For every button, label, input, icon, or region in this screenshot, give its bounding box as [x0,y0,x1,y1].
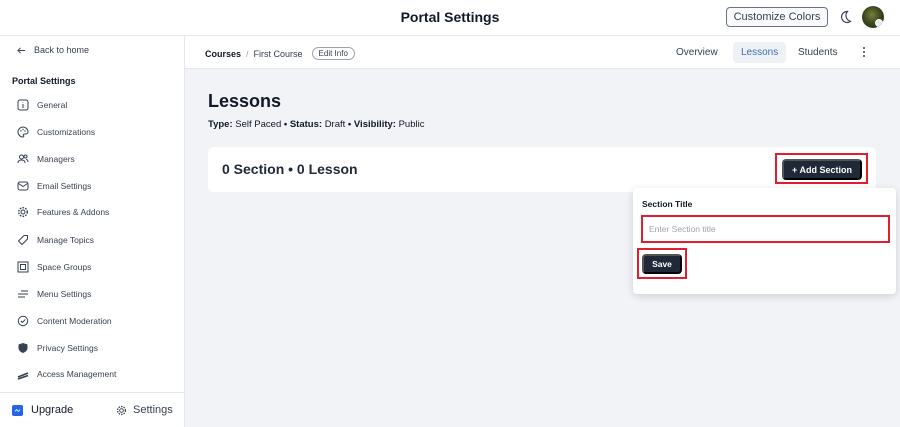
tag-icon [17,235,28,246]
sidebar-item-access-management[interactable]: Access Management [17,366,116,382]
breadcrumb: Courses / First Course Edit Info [205,47,355,60]
section-title-input[interactable] [645,219,886,239]
save-button[interactable]: Save [642,254,682,274]
menu-icon [18,290,28,298]
gear-icon [116,405,127,415]
back-to-home-link[interactable]: Back to home [17,45,89,55]
sidebar-heading: Portal Settings [12,76,76,86]
type-label: Type: [208,119,233,130]
palette-icon [17,126,29,138]
check-shield-icon [17,315,29,327]
sidebar-item-manage-topics[interactable]: Manage Topics [17,232,94,248]
sidebar-item-label: General [37,100,68,110]
sidebar-item-email-settings[interactable]: Email Settings [17,178,91,194]
sidebar: Back to home Portal Settings General Cus… [0,36,185,427]
section-lesson-count: 0 Section • 0 Lesson [222,161,358,177]
sidebar-item-label: Managers [37,154,75,164]
add-section-button[interactable]: + Add Section [782,159,862,180]
breadcrumb-root[interactable]: Courses [205,49,241,59]
sidebar-item-label: Menu Settings [37,289,92,299]
sidebar-item-features-addons[interactable]: Features & Addons [17,204,109,220]
sidebar-item-label: Space Groups [37,262,92,272]
tab-lessons[interactable]: Lessons [733,42,787,63]
users-icon [17,154,29,164]
meta-bullet: • [283,119,288,130]
tab-overview[interactable]: Overview [668,42,726,63]
sidebar-item-label: Customizations [37,127,96,137]
moon-icon[interactable] [837,9,853,25]
sidebar-item-privacy-settings[interactable]: Privacy Settings [17,340,98,356]
breadcrumb-current: First Course [253,48,303,59]
sidebar-item-label: Access Management [37,369,117,379]
avatar[interactable] [862,6,884,28]
sidebar-item-label: Privacy Settings [37,343,98,353]
sidebar-item-space-groups[interactable]: Space Groups [17,259,91,275]
section-title-label: Section Title [642,199,693,209]
sidebar-item-menu-settings[interactable]: Menu Settings [17,286,91,302]
upgrade-icon [12,404,23,416]
shield-icon [18,343,28,353]
back-to-home-label: Back to home [34,45,90,55]
tab-students[interactable]: Students [790,42,845,63]
key-icon [17,372,29,380]
more-options-icon[interactable] [862,46,866,58]
sidebar-item-content-moderation[interactable]: Content Moderation [17,313,112,329]
email-icon [17,181,29,191]
upgrade-button[interactable]: Upgrade [12,404,73,416]
sidebar-item-managers[interactable]: Managers [17,151,75,167]
sidebar-item-label: Manage Topics [37,235,95,245]
arrow-left-icon [17,46,26,54]
customize-colors-button[interactable]: Customize Colors [726,7,828,27]
upgrade-label: Upgrade [31,404,74,416]
top-bar: Portal Settings Customize Colors [0,0,900,36]
sidebar-item-label: Email Settings [37,181,92,191]
meta-bullet: • [347,119,352,130]
sidebar-item-label: Content Moderation [37,316,112,326]
visibility-value: Public [398,119,425,130]
course-meta: Type: Self Paced • Status: Draft • Visib… [208,119,424,130]
settings-label: Settings [133,404,173,416]
status-value: Draft [324,119,346,130]
type-value: Self Paced [235,119,282,130]
sidebar-item-customizations[interactable]: Customizations [17,124,95,140]
gear-icon [17,206,29,218]
sidebar-item-general[interactable]: General [17,97,67,113]
edit-info-button[interactable]: Edit Info [311,47,355,60]
visibility-label: Visibility: [353,119,396,130]
add-section-popover: Section Title Save [633,188,896,294]
status-label: Status: [289,119,323,130]
sidebar-footer: Upgrade Settings [0,392,185,427]
info-box-icon [17,99,29,111]
settings-button[interactable]: Settings [116,404,173,416]
lessons-title: Lessons [208,91,282,111]
grid-icon [17,261,29,273]
content-header: Courses / First Course Edit Info Overvie… [185,36,900,69]
sidebar-item-label: Features & Addons [37,207,110,217]
breadcrumb-separator: / [246,48,249,59]
